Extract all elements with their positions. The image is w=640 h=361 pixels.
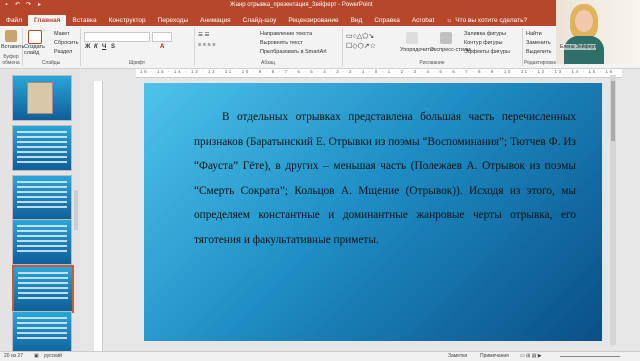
current-slide[interactable]: В отдельных отрывках представлена больша…: [144, 83, 602, 341]
horizontal-ruler: 16 · 15 · 14 · 13 · 12 · 11 · 10 · 9 · 8…: [136, 69, 622, 78]
group-paragraph: ☰ ☰ ≡ ≡ ≡ ≡ Направление текста Выровнять…: [194, 28, 343, 66]
group-label-slides: Слайды: [41, 60, 61, 66]
find-button[interactable]: Найти: [526, 31, 542, 37]
underline-icon[interactable]: Ч: [102, 44, 106, 50]
undo-icon[interactable]: ↶: [14, 2, 21, 9]
thumbnail-item-selected[interactable]: [0, 265, 80, 313]
editing-scrollbar[interactable]: [610, 75, 616, 345]
group-label-drawing: Рисование: [419, 60, 445, 66]
slide-thumbnail[interactable]: [12, 125, 72, 171]
group-label-paragraph: Абзац: [260, 60, 276, 66]
new-slide-icon[interactable]: [28, 30, 42, 44]
group-drawing: ▭○△⬠↘ ☐◇⬡↗☆ Упорядочить Экспресс-стили З…: [342, 28, 523, 66]
language-indicator[interactable]: русский: [44, 353, 62, 359]
bold-icon[interactable]: Ж: [85, 44, 90, 50]
layout-button[interactable]: Макет: [54, 31, 70, 37]
tell-me-text: Что вы хотите сделать?: [455, 17, 528, 24]
shapes-gallery[interactable]: ▭○△⬠↘: [346, 32, 374, 40]
arrange-button[interactable]: Упорядочить: [400, 47, 433, 53]
shapes-gallery-row2[interactable]: ☐◇⬡↗☆: [346, 42, 376, 50]
tab-animations[interactable]: Анимация: [194, 15, 237, 26]
ruler-labels: 16 · 15 · 14 · 13 · 12 · 11 · 10 · 9 · 8…: [140, 69, 614, 74]
spellcheck-icon[interactable]: ▣: [34, 353, 39, 359]
thumbnail-item[interactable]: [0, 125, 80, 173]
arrange-icon[interactable]: [406, 32, 418, 44]
shape-outline-button[interactable]: Контур фигуры: [464, 40, 502, 46]
ribbon: Вставить Буфер обмена Создать слайд Маке…: [0, 26, 640, 69]
tab-slideshow[interactable]: Слайд-шоу: [237, 15, 283, 26]
tab-transitions[interactable]: Переходы: [152, 15, 195, 26]
tab-view[interactable]: Вид: [345, 15, 369, 26]
start-slideshow-icon[interactable]: ▸: [36, 2, 43, 9]
window-title: Жанр отрывка_презентация_Зейферт - Power…: [230, 2, 373, 8]
slide-thumbnail[interactable]: [12, 175, 72, 221]
create-slide-button[interactable]: Создать слайд: [24, 44, 46, 56]
slide-body-text[interactable]: В отдельных отрывках представлена больша…: [194, 105, 576, 253]
view-buttons[interactable]: ▭ ⊞ ▤ ▶: [520, 353, 542, 359]
group-label-font: Шрифт: [128, 60, 146, 66]
vertical-ruler: [94, 81, 103, 351]
webcam-overlay: Елена Зейферт: [556, 0, 640, 64]
title-bar: ▪ ↶ ↷ ▸ Жанр отрывка_презентация_Зейферт…: [0, 0, 640, 12]
section-button[interactable]: Раздел: [54, 49, 72, 55]
bullets-icon[interactable]: ☰ ☰: [198, 32, 209, 38]
shape-effects-button[interactable]: Эффекты фигуры: [464, 49, 510, 55]
thumbnail-item[interactable]: [0, 175, 80, 223]
tab-home[interactable]: Главная: [27, 15, 67, 26]
thumbnail-item[interactable]: [0, 75, 80, 123]
comments-button[interactable]: Примечания: [480, 353, 509, 359]
shadow-icon[interactable]: S: [111, 44, 115, 50]
paste-icon[interactable]: [5, 30, 17, 42]
slide-thumbnail-current[interactable]: [12, 265, 74, 313]
group-font: Ж К Ч S A Шрифт: [80, 28, 195, 66]
align-icons[interactable]: ≡ ≡ ≡ ≡: [198, 42, 215, 48]
notes-button[interactable]: Заметки: [448, 353, 467, 359]
convert-smartart-button[interactable]: Преобразовать в SmartArt: [260, 49, 327, 55]
reset-button[interactable]: Сбросить: [54, 40, 78, 46]
save-icon[interactable]: ▪: [3, 2, 10, 9]
redo-icon[interactable]: ↷: [25, 2, 32, 9]
slide-counter: 20 из 27: [4, 353, 23, 359]
text-direction-button[interactable]: Направление текста: [260, 31, 312, 37]
webcam-face: [575, 10, 593, 32]
lightbulb-icon: ☼: [446, 17, 453, 24]
align-text-button[interactable]: Выровнять текст: [260, 40, 303, 46]
tab-file[interactable]: Файл: [0, 15, 28, 26]
zoom-slider[interactable]: [560, 356, 620, 357]
font-color-icon[interactable]: A: [160, 44, 164, 50]
quick-access-toolbar: ▪ ↶ ↷ ▸: [3, 2, 43, 9]
tab-help[interactable]: Справка: [368, 15, 406, 26]
italic-icon[interactable]: К: [94, 44, 98, 50]
font-name-input[interactable]: [84, 32, 150, 42]
slide-thumbnail[interactable]: [12, 75, 72, 121]
slide-thumbnails-pane: [0, 69, 80, 357]
font-size-input[interactable]: [152, 32, 172, 42]
paste-button[interactable]: Вставить: [1, 44, 24, 50]
group-slides: Создать слайд Макет Сбросить Раздел Слай…: [22, 28, 81, 66]
shape-fill-button[interactable]: Заливка фигуры: [464, 31, 506, 37]
ribbon-tabs: Файл Главная Вставка Конструктор Переход…: [0, 12, 640, 26]
tell-me-box[interactable]: ☼ Что вы хотите сделать?: [440, 15, 533, 26]
portrait-image: [27, 82, 53, 114]
group-clipboard: Вставить Буфер обмена: [0, 28, 24, 66]
replace-button[interactable]: Заменить: [526, 40, 551, 46]
thumbnails-scrollbar[interactable]: [74, 190, 78, 230]
webcam-body: [564, 36, 604, 64]
thumbnail-item[interactable]: [0, 219, 80, 267]
select-button[interactable]: Выделить: [526, 49, 551, 55]
tab-acrobat[interactable]: Acrobat: [406, 15, 440, 26]
slide-editing-area: 16 · 15 · 14 · 13 · 12 · 11 · 10 · 9 · 8…: [80, 69, 622, 351]
tab-insert[interactable]: Вставка: [66, 15, 102, 26]
slide-thumbnail[interactable]: [12, 219, 72, 265]
tab-design[interactable]: Конструктор: [103, 15, 152, 26]
webcam-name: Елена Зейферт: [560, 44, 597, 50]
tab-review[interactable]: Рецензирование: [282, 15, 344, 26]
group-label-clipboard: Буфер обмена: [2, 54, 20, 66]
scrollbar-thumb[interactable]: [611, 81, 615, 141]
quick-styles-icon[interactable]: [440, 32, 452, 44]
